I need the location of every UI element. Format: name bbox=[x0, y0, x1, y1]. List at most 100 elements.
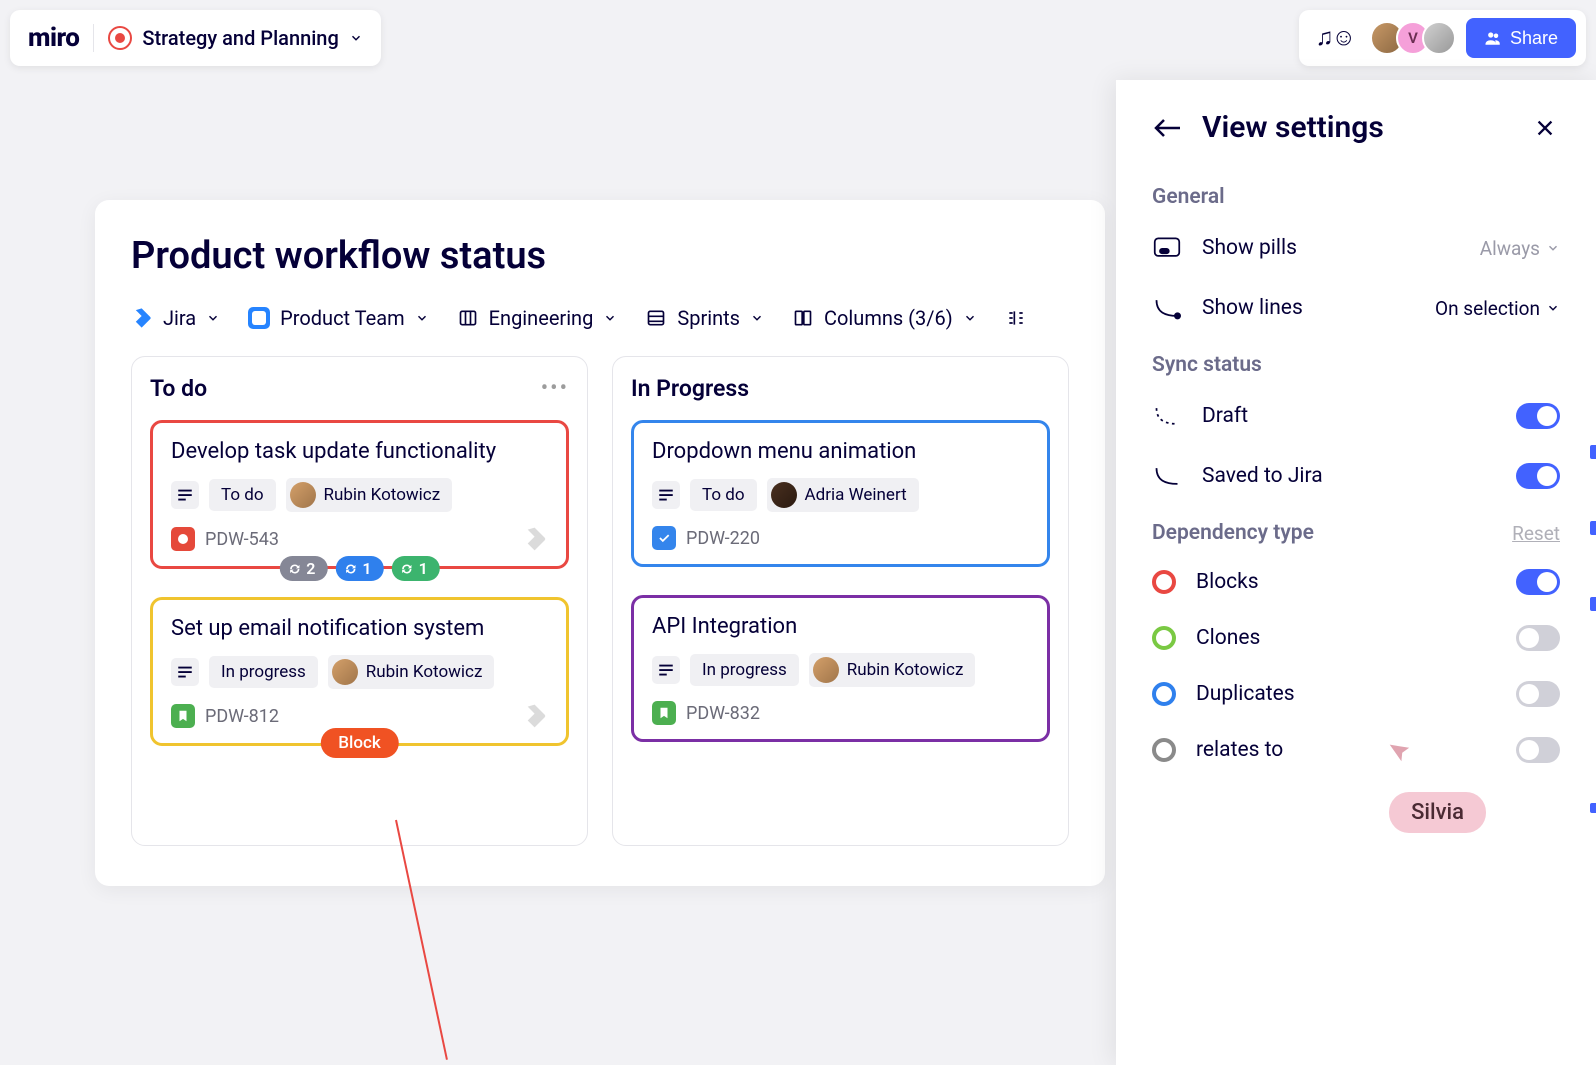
circle-gray-icon bbox=[1152, 738, 1176, 762]
filter-source[interactable]: Jira bbox=[131, 306, 220, 330]
setting-value[interactable]: On selection bbox=[1435, 297, 1560, 320]
draft-icon bbox=[1152, 401, 1182, 431]
issue-type-icon bbox=[652, 526, 676, 550]
filter-sprints[interactable]: Sprints bbox=[645, 306, 764, 330]
edge-markers bbox=[1590, 445, 1596, 813]
task-card[interactable]: API Integration In progress Rubin Kotowi… bbox=[631, 595, 1050, 742]
toggle-blocks[interactable] bbox=[1516, 569, 1560, 595]
chevron-down-icon bbox=[750, 311, 764, 325]
toggle-saved[interactable] bbox=[1516, 463, 1560, 489]
share-button[interactable]: Share bbox=[1466, 18, 1576, 58]
task-id: PDW-543 bbox=[205, 529, 279, 550]
filter-team[interactable]: Product Team bbox=[248, 306, 428, 330]
circle-green-icon bbox=[1152, 626, 1176, 650]
status-pill: In progress bbox=[209, 656, 318, 688]
task-id: PDW-812 bbox=[205, 706, 279, 727]
collaborator-cursor: Silvia bbox=[1389, 740, 1486, 833]
board-title: Product workflow status bbox=[131, 234, 1069, 278]
reset-link[interactable]: Reset bbox=[1512, 522, 1560, 545]
assignee-pill: Rubin Kotowicz bbox=[328, 655, 495, 689]
presence-avatars[interactable]: V bbox=[1370, 21, 1456, 55]
avatar[interactable] bbox=[1422, 21, 1456, 55]
workflow-board: Product workflow status Jira Product Tea… bbox=[95, 200, 1105, 886]
task-id: PDW-220 bbox=[686, 528, 760, 549]
chevron-down-icon bbox=[349, 31, 363, 45]
chevron-down-icon bbox=[603, 311, 617, 325]
assignee-pill: Adria Weinert bbox=[767, 478, 919, 512]
circle-red-icon bbox=[1152, 570, 1176, 594]
issue-type-icon bbox=[652, 701, 676, 725]
kanban-column: To do ••• Develop task update functional… bbox=[131, 356, 588, 846]
more-icon[interactable]: ••• bbox=[541, 376, 569, 401]
edge-mark bbox=[1590, 803, 1596, 813]
panel-title: View settings bbox=[1202, 110, 1516, 145]
chevron-down-icon bbox=[415, 311, 429, 325]
columns-icon bbox=[457, 307, 479, 329]
dep-pill-clones[interactable]: 1 bbox=[392, 556, 440, 581]
task-id: PDW-832 bbox=[686, 703, 760, 724]
setting-saved-jira: Saved to Jira bbox=[1152, 461, 1560, 491]
board-name-dropdown[interactable]: Strategy and Planning bbox=[108, 26, 362, 50]
description-icon bbox=[171, 481, 199, 509]
dep-pill-duplicates[interactable]: 1 bbox=[335, 556, 383, 581]
kanban-columns: To do ••• Develop task update functional… bbox=[131, 356, 1069, 846]
layout-icon bbox=[792, 307, 814, 329]
task-card[interactable]: Develop task update functionality To do … bbox=[150, 420, 569, 569]
back-arrow-icon[interactable] bbox=[1152, 116, 1184, 140]
setting-value[interactable]: Always bbox=[1480, 237, 1560, 260]
edge-mark bbox=[1590, 445, 1596, 459]
edge-mark bbox=[1590, 521, 1596, 535]
status-pill: In progress bbox=[690, 654, 799, 686]
dep-clones-row: Clones bbox=[1152, 625, 1560, 651]
task-title: Dropdown menu animation bbox=[652, 439, 1029, 464]
section-label: Dependency type bbox=[1152, 521, 1314, 545]
issue-type-icon bbox=[171, 527, 195, 551]
filter-bar: Jira Product Team Engineering Sprints Co… bbox=[131, 306, 1069, 330]
toggle-duplicates[interactable] bbox=[1516, 681, 1560, 707]
setting-show-lines[interactable]: Show lines On selection bbox=[1152, 293, 1560, 323]
close-icon[interactable] bbox=[1534, 117, 1560, 139]
curve-icon bbox=[1152, 293, 1182, 323]
status-pill: To do bbox=[209, 479, 276, 511]
filter-columns[interactable]: Columns (3/6) bbox=[792, 306, 977, 330]
avatar bbox=[771, 482, 797, 508]
compact-icon bbox=[1005, 307, 1027, 329]
chevron-down-icon bbox=[963, 311, 977, 325]
jira-icon bbox=[522, 526, 548, 552]
task-title: Set up email notification system bbox=[171, 616, 548, 641]
assignee-pill: Rubin Kotowicz bbox=[286, 478, 453, 512]
table-icon bbox=[645, 307, 667, 329]
issue-type-icon bbox=[171, 704, 195, 728]
filter-department[interactable]: Engineering bbox=[457, 306, 618, 330]
miro-logo: miro bbox=[28, 23, 79, 53]
setting-show-pills[interactable]: Show pills Always bbox=[1152, 233, 1560, 263]
kanban-column: In Progress Dropdown menu animation To d… bbox=[612, 356, 1069, 846]
description-icon bbox=[652, 481, 680, 509]
pill-icon bbox=[1152, 233, 1182, 263]
avatar bbox=[813, 657, 839, 683]
status-pill: To do bbox=[690, 479, 757, 511]
view-settings-panel: View settings General Show pills Always … bbox=[1116, 80, 1596, 1065]
toggle-clones[interactable] bbox=[1516, 625, 1560, 651]
description-icon bbox=[652, 656, 680, 684]
setting-draft: Draft bbox=[1152, 401, 1560, 431]
toggle-draft[interactable] bbox=[1516, 403, 1560, 429]
block-tag[interactable]: Block bbox=[320, 728, 398, 758]
column-title: To do bbox=[150, 375, 207, 402]
filter-compact[interactable] bbox=[1005, 307, 1027, 329]
saved-icon bbox=[1152, 461, 1182, 491]
task-card[interactable]: Dropdown menu animation To do Adria Wein… bbox=[631, 420, 1050, 567]
cursor-icon bbox=[1386, 737, 1415, 766]
dep-blocks-row: Blocks bbox=[1152, 569, 1560, 595]
reactions-icon[interactable]: ♫☺ bbox=[1309, 25, 1360, 52]
dep-pill-relates[interactable]: 2 bbox=[279, 556, 327, 581]
task-card[interactable]: Set up email notification system In prog… bbox=[150, 597, 569, 746]
board-name-label: Strategy and Planning bbox=[142, 26, 338, 50]
task-title: Develop task update functionality bbox=[171, 439, 548, 464]
avatar bbox=[332, 659, 358, 685]
edge-mark bbox=[1590, 597, 1596, 611]
share-button-label: Share bbox=[1510, 28, 1558, 49]
toggle-relates[interactable] bbox=[1516, 737, 1560, 763]
column-title: In Progress bbox=[631, 375, 749, 402]
people-icon bbox=[1484, 29, 1502, 47]
